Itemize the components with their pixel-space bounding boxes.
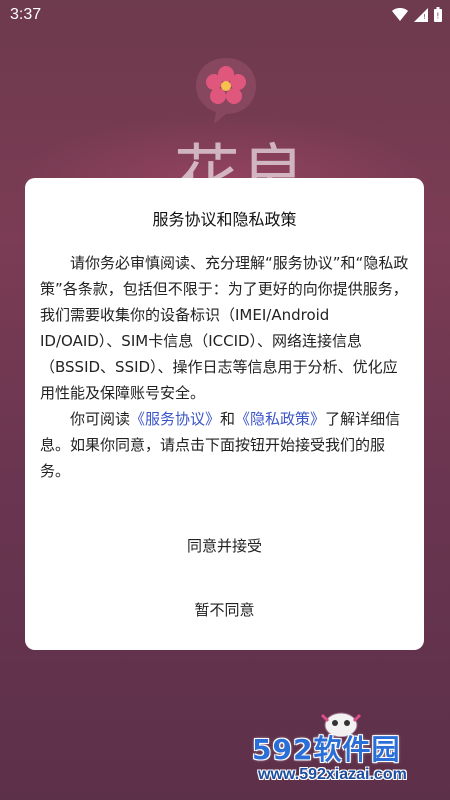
dialog-paragraph-terms: 请你务必审慎阅读、充分理解“服务协议”和“隐私政策”各条款，包括但不限于：为了更… [40,254,409,402]
dialog-title: 服务协议和隐私政策 [152,210,297,229]
watermark-brand: 592软件园 [252,733,401,766]
para2-prefix: 你可阅读 [70,410,131,428]
para2-and: 和 [220,410,236,428]
status-time: 3:37 [10,6,42,23]
status-icons: ! ! [392,7,442,22]
dialog-body: 请你务必审慎阅读、充分理解“服务协议”和“隐私政策”各条款，包括但不限于：为了更… [40,250,412,484]
privacy-policy-link[interactable]: 《隐私政策》 [235,410,325,428]
wifi-icon [392,8,408,21]
agree-button[interactable]: 同意并接受 [25,526,424,566]
battery-icon: ! [434,7,442,22]
watermark-url: www.592xiazai.com [258,766,407,783]
svg-text:!: ! [423,13,426,21]
app-logo-icon [196,58,256,124]
service-agreement-link[interactable]: 《服务协议》 [130,410,220,428]
signal-icon: ! [414,7,428,22]
svg-text:!: ! [436,12,439,21]
dialog-paragraph-links: 你可阅读《服务协议》和《隐私政策》了解详细信息。如果你同意，请点击下面按钮开始接… [40,406,412,484]
app-screen: 花良 3:37 ! ! 服务协议和隐私政策 请你务必审慎阅读、充分理解“服务协议… [0,0,450,800]
privacy-dialog: 服务协议和隐私政策 请你务必审慎阅读、充分理解“服务协议”和“隐私政策”各条款，… [25,178,424,650]
status-bar: 3:37 ! ! [0,0,450,30]
decline-button[interactable]: 暂不同意 [25,590,424,630]
